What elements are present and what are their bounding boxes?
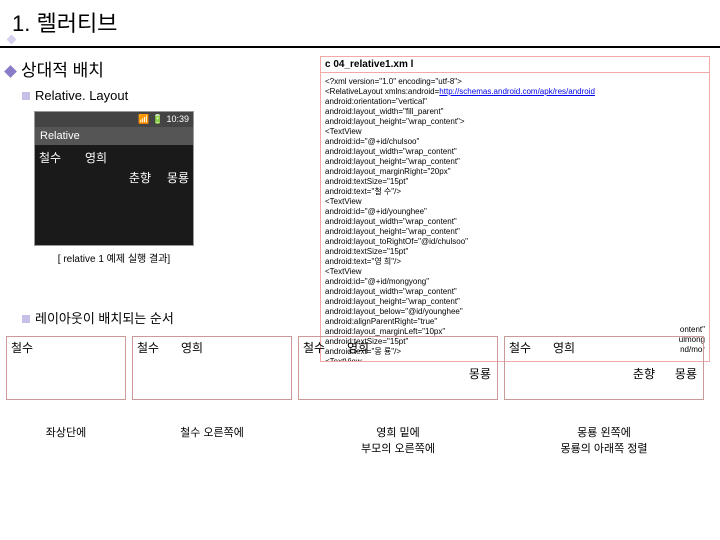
layout-step-2: 철수 영희 <box>132 336 292 400</box>
cl: <TextView <box>325 127 705 137</box>
battery-icon: 🔋 <box>152 114 163 125</box>
layout-step-4: 철수 영희 춘향 몽룡 <box>504 336 704 400</box>
cl: android:layout_height="wrap_content" <box>325 227 705 237</box>
cap1: 좌상단에 <box>6 424 126 456</box>
cl: android:layout_width="fill_parent" <box>325 107 705 117</box>
cl: android:layout_height="wrap_content"> <box>325 117 705 127</box>
pb-n4: 몽룡 <box>167 169 189 186</box>
cl: <TextView <box>325 197 705 207</box>
cl: android:id="@+id/younghee" <box>325 207 705 217</box>
phone-time: 10:39 <box>166 114 189 125</box>
cl: <TextView <box>325 267 705 277</box>
cl: android:text="철 수"/> <box>325 187 705 197</box>
bx: 영희 <box>181 339 203 356</box>
square-bullet-icon <box>22 315 30 323</box>
signal-icon: 📶 <box>138 114 149 125</box>
diamond-bullet-icon <box>4 65 17 78</box>
phone-body: 철수 영희 춘향 몽룡 <box>35 145 193 245</box>
phone-caption: [ relative 1 예제 실행 결과] <box>34 250 194 265</box>
bx: 철수 <box>11 339 33 356</box>
layout-boxes-row: 철수 철수 영희 철수 영희 몽룡 철수 영희 춘향 몽룡 <box>6 336 714 400</box>
section1-label: Relative. Layout <box>35 88 128 103</box>
cl: android:layout_toRightOf="@id/chulsoo" <box>325 237 705 247</box>
cl: android:layout_width="wrap_content" <box>325 217 705 227</box>
bx: 철수 <box>137 339 159 356</box>
layout-step-3: 철수 영희 몽룡 <box>298 336 498 400</box>
bx: 철수 <box>509 339 531 356</box>
cl: android:textSize="15pt" <box>325 177 705 187</box>
cl: <RelativeLayout xmlns:android=http://sch… <box>325 87 705 97</box>
cl: android:textSize="15pt" <box>325 247 705 257</box>
subtitle-text: 상대적 배치 <box>21 61 104 80</box>
section-1: Relative. Layout <box>6 87 316 105</box>
right-column: c 04_relative1.xm l <?xml version="1.0" … <box>320 56 710 362</box>
code-filename: c 04_relative1.xm l <box>320 56 710 72</box>
cl: android:layout_below="@id/younghee" <box>325 307 705 317</box>
cl: android:alignParentRight="true" <box>325 317 705 327</box>
cl: android:orientation="vertical" <box>325 97 705 107</box>
pb-n1: 철수 <box>39 149 61 166</box>
cl: android:id="@+id/chulsoo" <box>325 137 705 147</box>
cl: android:layout_width="wrap_content" <box>325 147 705 157</box>
cl: android:layout_width="wrap_content" <box>325 287 705 297</box>
bx: 몽룡 <box>675 365 697 382</box>
cl: android:layout_marginRight="20px" <box>325 167 705 177</box>
cl: android:id="@+id/mongyong" <box>325 277 705 287</box>
phone-app-title: Relative <box>35 127 193 145</box>
main-subtitle: 상대적 배치 <box>6 56 316 81</box>
cl-frag: ontent" <box>680 325 705 335</box>
section-2: 레이아웃이 배치되는 순서 <box>6 308 174 328</box>
cl: <?xml version="1.0" encoding="utf-8"> <box>325 77 705 87</box>
layout-captions-row: 좌상단에 철수 오른쪽에 영희 밑에 부모의 오른쪽에 몽룡 왼쪽에 몽룡의 아… <box>6 424 714 456</box>
cl: android:layout_height="wrap_content" <box>325 157 705 167</box>
code-box: <?xml version="1.0" encoding="utf-8"> <R… <box>320 72 710 362</box>
cap2: 철수 오른쪽에 <box>132 424 292 456</box>
pb-n3: 춘향 <box>129 169 151 186</box>
schema-link[interactable]: http://schemas.android.com/apk/res/andro… <box>439 87 595 96</box>
phone-statusbar: 📶 🔋 10:39 <box>35 112 193 127</box>
cl: android:layout_height="wrap_content" <box>325 297 705 307</box>
cap4: 몽룡 왼쪽에 몽룡의 아래쪽 정렬 <box>504 424 704 456</box>
bx: 영희 <box>553 339 575 356</box>
pb-n2: 영희 <box>85 149 107 166</box>
bx: 몽룡 <box>469 365 491 382</box>
page-header: 1. 렐러티브 <box>0 0 720 48</box>
layout-step-1: 철수 <box>6 336 126 400</box>
cl: android:text="영 희"/> <box>325 257 705 267</box>
phone-mock: 📶 🔋 10:39 Relative 철수 영희 춘향 몽룡 <box>34 111 194 246</box>
cap3: 영희 밑에 부모의 오른쪽에 <box>298 424 498 456</box>
page-title: 1. 렐러티브 <box>12 6 708 38</box>
square-bullet-icon <box>22 92 30 100</box>
section2-label: 레이아웃이 배치되는 순서 <box>35 311 174 326</box>
bx: 춘향 <box>633 365 655 382</box>
bx: 영희 <box>347 339 369 356</box>
bx: 철수 <box>303 339 325 356</box>
